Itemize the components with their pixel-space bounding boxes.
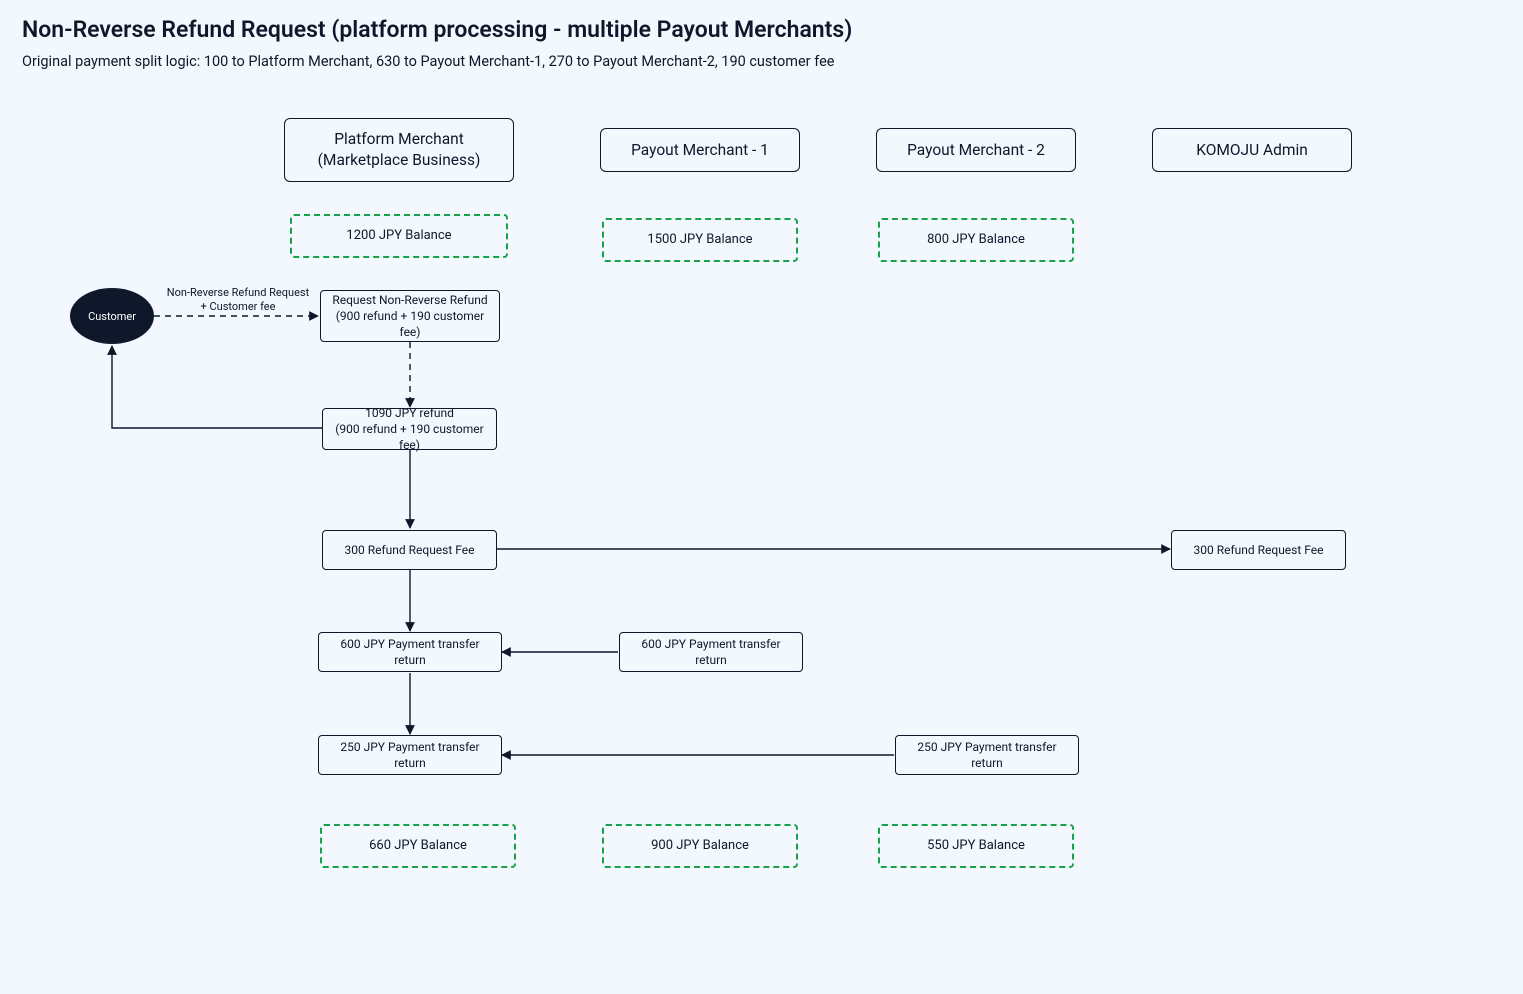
page-title: Non-Reverse Refund Request (platform pro… (22, 16, 1501, 43)
node-request-non-reverse-refund: Request Non-Reverse Refund (900 refund +… (320, 290, 500, 342)
node-300-fee-platform: 300 Refund Request Fee (322, 530, 497, 570)
node-250-ptr-payout2: 250 JPY Payment transfer return (895, 735, 1079, 775)
page-subtitle: Original payment split logic: 100 to Pla… (22, 53, 1501, 70)
customer-node: Customer (70, 288, 154, 344)
balance-final-payout1: 900 JPY Balance (602, 824, 798, 868)
balance-initial-payout2: 800 JPY Balance (878, 218, 1074, 262)
node-250-ptr-platform: 250 JPY Payment transfer return (318, 735, 502, 775)
edge-label-customer-to-request: Non-Reverse Refund Request + Customer fe… (158, 286, 318, 315)
customer-label: Customer (88, 310, 136, 323)
balance-initial-payout1: 1500 JPY Balance (602, 218, 798, 262)
balance-initial-platform: 1200 JPY Balance (290, 214, 508, 258)
balance-final-payout2: 550 JPY Balance (878, 824, 1074, 868)
node-300-fee-admin: 300 Refund Request Fee (1171, 530, 1346, 570)
header-payout-merchant-1: Payout Merchant - 1 (600, 128, 800, 172)
node-1090-jpy-refund: 1090 JPY refund (900 refund + 190 custom… (322, 408, 497, 450)
header-payout-merchant-2: Payout Merchant - 2 (876, 128, 1076, 172)
header-platform-merchant: Platform Merchant (Marketplace Business) (284, 118, 514, 182)
node-600-ptr-platform: 600 JPY Payment transfer return (318, 632, 502, 672)
diagram-canvas: Platform Merchant (Marketplace Business)… (22, 94, 1501, 954)
header-komoju-admin: KOMOJU Admin (1152, 128, 1352, 172)
node-600-ptr-payout1: 600 JPY Payment transfer return (619, 632, 803, 672)
balance-final-platform: 660 JPY Balance (320, 824, 516, 868)
